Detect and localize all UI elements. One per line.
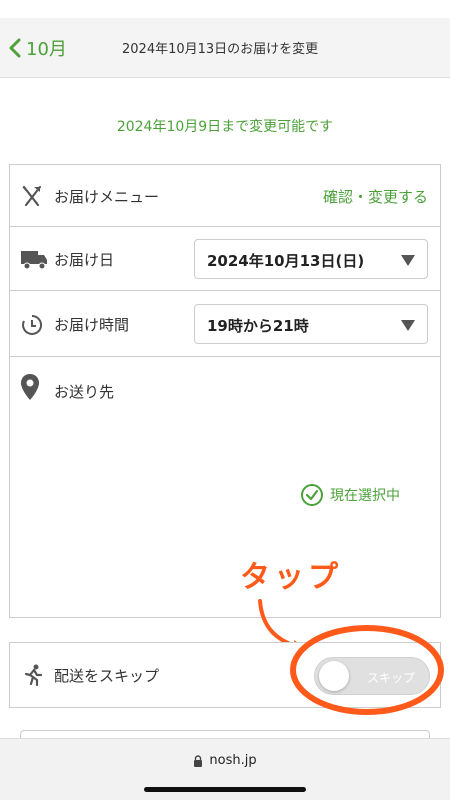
truck-icon — [21, 251, 47, 270]
delivery-time-value: 19時から21時 — [207, 317, 309, 335]
back-button[interactable]: 10月 — [8, 33, 67, 63]
status-bar-area — [0, 0, 450, 18]
clock-icon — [22, 314, 43, 335]
delivery-settings-card: お届けメニュー 確認・変更する お届け日 2024年10月13日(日) お届け時… — [9, 164, 441, 618]
running-person-icon — [24, 664, 43, 687]
url-text: nosh.jp — [209, 753, 257, 768]
delivery-menu-row: お届けメニュー 確認・変更する — [10, 165, 440, 227]
caret-down-icon — [401, 255, 415, 266]
delivery-address-row: お送り先 現在選択中 — [10, 357, 440, 617]
url-display[interactable]: nosh.jp — [0, 753, 450, 768]
tap-annotation-text: タップ — [240, 560, 342, 595]
delivery-date-value: 2024年10月13日(日) — [207, 252, 365, 270]
caret-down-icon — [401, 320, 415, 331]
home-indicator[interactable] — [144, 787, 306, 792]
chevron-left-icon — [9, 38, 21, 58]
delivery-menu-label: お届けメニュー — [54, 188, 160, 206]
address-selected-status: 現在選択中 — [300, 483, 400, 507]
delivery-address-label: お送り先 — [54, 383, 115, 401]
deadline-notice: 2024年10月9日まで変更可能です — [116, 119, 334, 135]
page-title: 2024年10月13日のお届けを変更 — [122, 42, 319, 57]
skip-toggle-label: スキップ — [367, 671, 416, 685]
delivery-date-label: お届け日 — [54, 251, 115, 269]
delivery-date-row: お届け日 2024年10月13日(日) — [10, 227, 440, 291]
toggle-knob — [319, 661, 349, 691]
map-pin-icon — [21, 374, 39, 400]
fork-knife-icon — [22, 185, 42, 207]
browser-url-bar: nosh.jp — [0, 738, 450, 800]
skip-delivery-label: 配送をスキップ — [54, 667, 160, 685]
address-status-text: 現在選択中 — [330, 488, 400, 504]
lock-icon — [194, 754, 203, 767]
delivery-date-select[interactable]: 2024年10月13日(日) — [194, 239, 428, 279]
skip-delivery-card: 配送をスキップ スキップ — [9, 642, 441, 708]
skip-delivery-toggle[interactable]: スキップ — [314, 657, 430, 695]
back-button-label: 10月 — [26, 39, 67, 60]
nav-bar: 10月 2024年10月13日のお届けを変更 — [0, 18, 450, 78]
delivery-time-select[interactable]: 19時から21時 — [194, 304, 428, 344]
confirm-change-menu-link[interactable]: 確認・変更する — [323, 186, 428, 207]
check-circle-icon — [301, 484, 323, 506]
delivery-time-row: お届け時間 19時から21時 — [10, 291, 440, 357]
delivery-time-label: お届け時間 — [54, 316, 130, 334]
